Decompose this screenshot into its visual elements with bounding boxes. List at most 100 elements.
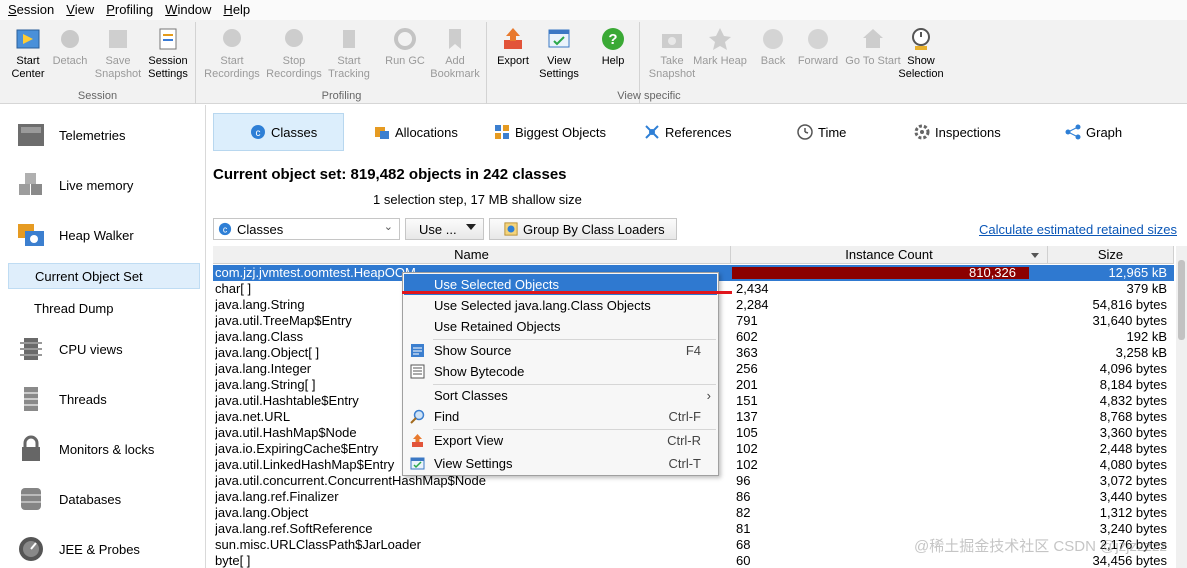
svg-text:c: c: [223, 225, 228, 235]
menu-help[interactable]: Help: [217, 0, 256, 20]
nav-monitors-locks[interactable]: Monitors & locks: [0, 427, 206, 471]
view-mode-select[interactable]: c Classes ⌄: [213, 218, 400, 240]
instance-count-cell: 363: [736, 345, 758, 360]
class-name-cell: java.lang.Object: [215, 505, 309, 520]
calculate-retained-sizes-link[interactable]: Calculate estimated retained sizes: [979, 222, 1177, 237]
menu-window[interactable]: Window: [159, 0, 217, 20]
tab-graph[interactable]: Graph: [1065, 113, 1135, 151]
size-cell: 8,768 bytes: [1099, 409, 1167, 424]
size-cell: 4,080 bytes: [1099, 457, 1167, 472]
view-settings-button[interactable]: View Settings: [531, 24, 587, 84]
class-name-cell: java.lang.ref.Finalizer: [215, 489, 339, 504]
pin-icon: [709, 28, 731, 50]
stop-recordings-button[interactable]: Stop Recordings: [266, 24, 322, 84]
menu-show-bytecode[interactable]: Show Bytecode: [404, 361, 717, 382]
save-snapshot-button[interactable]: Save Snapshot: [90, 24, 146, 84]
add-bookmark-button[interactable]: Add Bookmark: [427, 24, 483, 84]
menu-view[interactable]: View: [60, 0, 100, 20]
menu-profiling[interactable]: Profiling: [100, 0, 159, 20]
class-name-cell: sun.misc.URLClassPath$JarLoader: [215, 537, 421, 552]
start-recordings-button[interactable]: Start Recordings: [204, 24, 260, 84]
column-header-instance-count[interactable]: Instance Count: [731, 246, 1048, 264]
menu-use-retained-objects[interactable]: Use Retained Objects: [404, 316, 717, 337]
size-cell: 54,816 bytes: [1092, 297, 1167, 312]
menu-use-selected-class-objects[interactable]: Use Selected java.lang.Class Objects: [404, 295, 717, 316]
start-tracking-button[interactable]: Start Tracking: [321, 24, 377, 84]
watermark: @稀土掘金技术社区 CSDN @jzjzzzzz: [914, 538, 1167, 555]
run-gc-icon: [394, 28, 416, 50]
toolbar-group-profiling: Start Recordings Stop Recordings Start T…: [197, 22, 487, 104]
stop-recordings-icon: [285, 29, 303, 47]
mark-heap-button[interactable]: Mark Heap: [692, 24, 748, 84]
scrollbar-thumb[interactable]: [1178, 260, 1185, 340]
detach-icon: [61, 30, 79, 48]
size-cell: 192 kB: [1126, 329, 1167, 344]
toolbar-group-label: Profiling: [321, 90, 362, 102]
column-header-name[interactable]: Name: [213, 246, 731, 264]
classes-icon: c: [218, 222, 232, 236]
menu-show-source[interactable]: Show Source F4: [404, 340, 717, 361]
menu-sort-classes[interactable]: Sort Classes ›: [404, 385, 717, 406]
forward-icon: [808, 29, 828, 49]
nav-cpu-views[interactable]: CPU views: [0, 327, 206, 371]
instance-count-cell: 602: [736, 329, 758, 344]
help-button[interactable]: ? Help: [585, 24, 641, 84]
instance-count-cell: 137: [736, 409, 758, 424]
export-icon: [504, 28, 522, 49]
sort-descending-icon: [1031, 253, 1039, 258]
menu-session[interactable]: Session: [2, 0, 60, 20]
size-cell: 31,640 bytes: [1092, 313, 1167, 328]
use-button[interactable]: Use ...: [405, 218, 484, 240]
nav-databases[interactable]: Databases: [0, 477, 206, 521]
nav-thread-dump[interactable]: Thread Dump: [8, 296, 200, 322]
tab-classes[interactable]: c Classes: [213, 113, 344, 151]
classes-icon: c: [251, 125, 265, 139]
cpu-icon: [20, 338, 42, 360]
tab-time[interactable]: Time: [797, 113, 877, 151]
context-menu: Use Selected Objects Use Selected java.l…: [402, 272, 719, 476]
group-by-class-loaders-button[interactable]: Group By Class Loaders: [489, 218, 677, 240]
column-header-size[interactable]: Size: [1048, 246, 1174, 264]
nav-heap-walker[interactable]: Heap Walker: [0, 213, 206, 257]
start-center-icon: [16, 29, 40, 49]
size-cell: 4,832 bytes: [1099, 393, 1167, 408]
submenu-arrow-icon: ›: [706, 388, 711, 403]
tab-inspections[interactable]: Inspections: [914, 113, 1024, 151]
tab-biggest-objects[interactable]: Biggest Objects: [494, 113, 624, 151]
instance-count-cell: 791: [736, 313, 758, 328]
instance-count-cell: 201: [736, 377, 758, 392]
bytecode-icon: [410, 364, 425, 379]
nav-live-memory[interactable]: Live memory: [0, 163, 206, 207]
home-icon: [863, 29, 883, 48]
session-settings-icon: [159, 28, 177, 50]
inspections-icon: [914, 124, 930, 140]
start-tracking-icon: [343, 30, 355, 48]
nav-telemetries[interactable]: Telemetries: [0, 113, 206, 157]
save-icon: [109, 30, 127, 48]
table-row[interactable]: java.lang.Object 82 1,312 bytes: [213, 505, 1174, 521]
instance-count-cell: 102: [736, 441, 758, 456]
toolbar-group-session: Start Center Detach Save Snapshot Sessio…: [0, 22, 196, 104]
menu-view-settings[interactable]: View Settings Ctrl-T: [404, 453, 717, 474]
session-settings-button[interactable]: Session Settings: [140, 24, 196, 84]
object-set-title: Current object set: 819,482 objects in 2…: [213, 166, 567, 183]
nav-threads[interactable]: Threads: [0, 377, 206, 421]
menu-export-view[interactable]: Export View Ctrl-R: [404, 430, 717, 451]
biggest-objects-icon: [495, 125, 509, 139]
instance-count-cell: 82: [736, 505, 751, 520]
size-cell: 3,440 bytes: [1099, 489, 1167, 504]
vertical-scrollbar[interactable]: [1176, 246, 1187, 568]
table-row[interactable]: java.lang.ref.Finalizer 86 3,440 bytes: [213, 489, 1174, 505]
run-gc-button[interactable]: Run GC: [377, 24, 433, 84]
tab-allocations[interactable]: Allocations: [374, 113, 484, 151]
forward-button[interactable]: Forward: [790, 24, 846, 84]
tab-references[interactable]: References: [644, 113, 754, 151]
size-cell: 379 kB: [1126, 281, 1167, 296]
nav-current-object-set[interactable]: Current Object Set: [8, 263, 200, 289]
nav-jee-probes[interactable]: JEE & Probes: [0, 527, 206, 568]
start-recordings-icon: [223, 29, 241, 47]
show-selection-button[interactable]: Show Selection: [893, 24, 949, 84]
database-icon: [21, 488, 41, 510]
size-cell: 3,258 kB: [1115, 345, 1167, 360]
menu-find[interactable]: Find Ctrl-F: [404, 406, 717, 427]
